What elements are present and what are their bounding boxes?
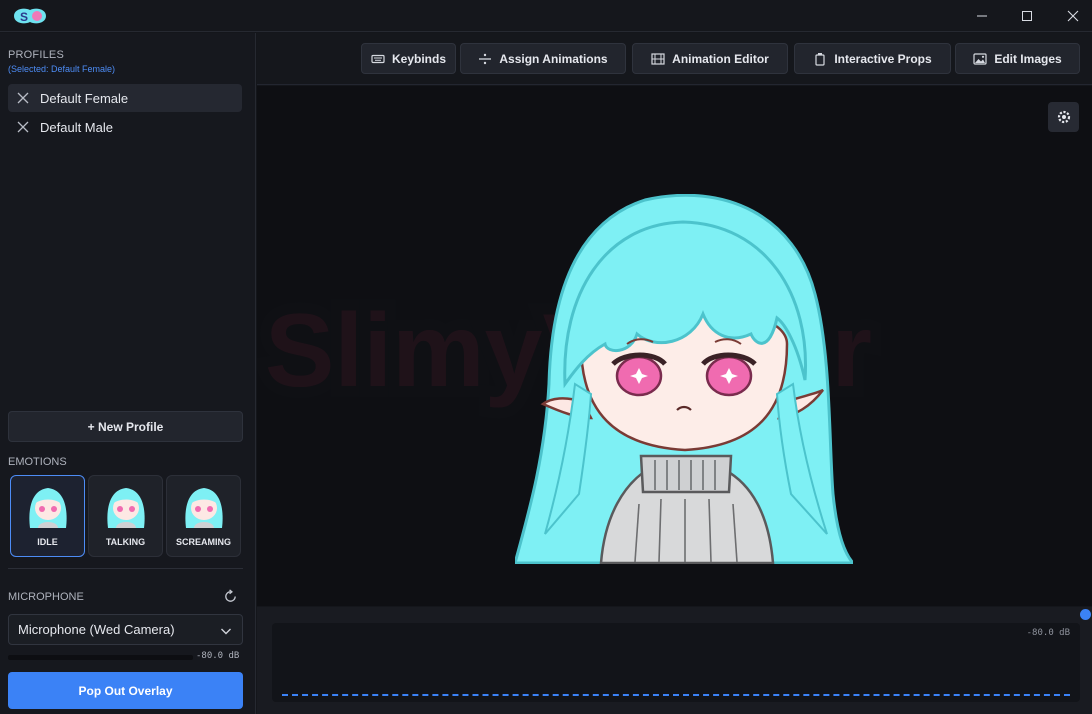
microphone-db-readout: -80.0 dB <box>196 651 240 661</box>
title-bar: S <box>0 0 1092 32</box>
profile-item-default-female[interactable]: Default Female <box>8 84 242 112</box>
edit-images-label: Edit Images <box>994 51 1062 66</box>
toolbar: Keybinds Assign Animations Animation Edi… <box>257 33 1092 85</box>
delete-profile-icon[interactable] <box>16 91 30 105</box>
keybinds-button[interactable]: Keybinds <box>361 43 456 74</box>
avatar-character <box>515 194 853 564</box>
emotion-label: IDLE <box>37 537 58 547</box>
avatar-thumbnail <box>107 488 145 528</box>
profile-label: Default Male <box>40 119 113 135</box>
interactive-props-label: Interactive Props <box>834 51 932 66</box>
maximize-icon <box>1022 11 1032 21</box>
emotion-label: TALKING <box>105 537 146 547</box>
threshold-slider-handle[interactable] <box>1080 609 1091 620</box>
avatar-preview-stage: SlimyVtuber SlimyVtuber <box>257 86 1092 606</box>
selected-profile-caption: (Selected: Default Female) <box>8 64 116 74</box>
microphone-select-value: Microphone (Wed Camera) <box>18 622 175 637</box>
profile-item-default-male[interactable]: Default Male <box>8 113 242 141</box>
gear-icon <box>1057 110 1070 124</box>
stage-settings-button[interactable] <box>1048 102 1079 132</box>
close-icon <box>1067 10 1079 22</box>
microphone-select[interactable]: Microphone (Wed Camera) <box>8 614 243 645</box>
emotions-heading: EMOTIONS <box>8 456 67 468</box>
keybinds-label: Keybinds <box>391 51 446 66</box>
minimize-button[interactable] <box>959 0 1005 32</box>
assign-animations-button[interactable]: Assign Animations <box>460 43 626 74</box>
profiles-heading: PROFILES <box>8 49 65 61</box>
avatar-thumbnail <box>29 488 67 528</box>
slimy-vtuber-logo-icon: S <box>14 8 46 24</box>
divide-icon <box>479 53 492 64</box>
maximize-button[interactable] <box>1004 0 1050 32</box>
close-button[interactable] <box>1050 0 1092 32</box>
keyboard-icon <box>371 54 385 63</box>
audio-threshold-panel: -80.0 dB <box>257 607 1092 714</box>
threshold-line <box>282 694 1070 696</box>
animation-editor-button[interactable]: Animation Editor <box>632 43 788 74</box>
divider <box>8 568 243 569</box>
assign-animations-label: Assign Animations <box>499 51 608 66</box>
microphone-level-meter <box>8 655 193 660</box>
emotion-card-idle[interactable]: IDLE <box>10 475 85 557</box>
delete-profile-icon[interactable] <box>16 120 30 134</box>
new-profile-button[interactable]: + New Profile <box>8 411 243 442</box>
image-icon <box>973 52 987 65</box>
avatar-thumbnail <box>185 488 223 528</box>
props-icon <box>815 52 825 66</box>
interactive-props-button[interactable]: Interactive Props <box>794 43 951 74</box>
svg-text:S: S <box>20 10 28 24</box>
audio-level-graph: -80.0 dB <box>272 623 1080 702</box>
minimize-icon <box>977 15 987 17</box>
edit-images-button[interactable]: Edit Images <box>955 43 1080 74</box>
film-icon <box>651 52 665 65</box>
emotion-card-talking[interactable]: TALKING <box>88 475 163 557</box>
refresh-icon[interactable] <box>223 589 238 604</box>
pop-out-overlay-button[interactable]: Pop Out Overlay <box>8 672 243 709</box>
microphone-heading: MICROPHONE <box>8 591 84 603</box>
animation-editor-label: Animation Editor <box>672 51 769 66</box>
sidebar: PROFILES (Selected: Default Female) Defa… <box>0 33 256 714</box>
chevron-down-icon <box>221 628 231 635</box>
emotion-label: SCREAMING <box>175 537 231 547</box>
emotion-card-screaming[interactable]: SCREAMING <box>166 475 241 557</box>
audio-db-readout: -80.0 dB <box>1026 628 1070 638</box>
profile-label: Default Female <box>40 90 129 106</box>
